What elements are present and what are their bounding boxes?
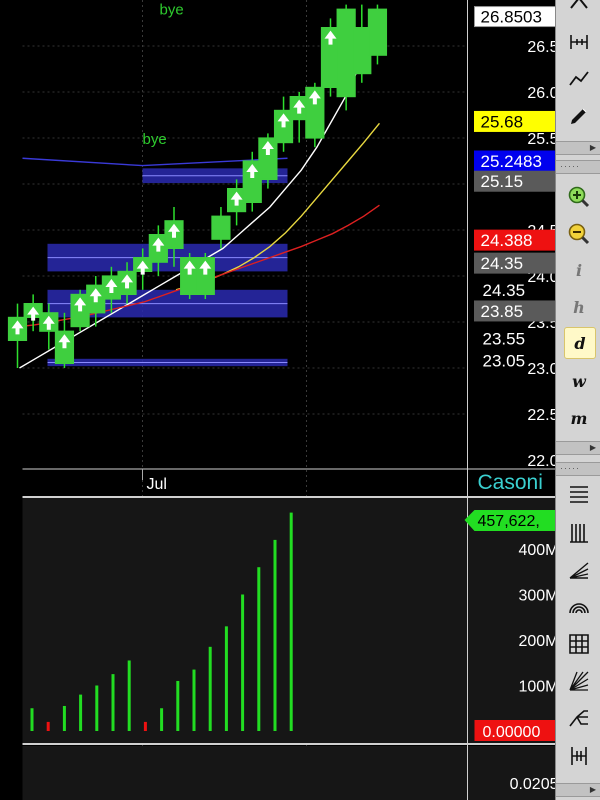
volume-bar xyxy=(62,705,66,731)
measure-icon[interactable] xyxy=(564,27,594,57)
volume-bar xyxy=(224,626,228,731)
toolbar-separator[interactable]: ▶ xyxy=(556,783,600,797)
pitchfork-icon[interactable] xyxy=(564,703,594,733)
toolbar-separator[interactable]: ▶ xyxy=(556,441,600,455)
candle-body xyxy=(367,8,388,56)
chart-area[interactable]: byebye 26.526.025.525.024.524.023.523.02… xyxy=(0,0,600,800)
pencil-icon[interactable] xyxy=(564,101,594,131)
arcs-icon[interactable] xyxy=(564,591,594,621)
price-label-text: 24.35 xyxy=(481,254,524,273)
price-axis-tick: 22.0 xyxy=(527,453,558,470)
signal-label: bye xyxy=(143,131,167,148)
signal-label: bye xyxy=(160,2,184,19)
volume-axis-tick: 400M xyxy=(518,542,558,559)
volume-bar xyxy=(46,721,50,731)
volume-bar xyxy=(127,660,131,731)
volume-bar xyxy=(208,646,212,731)
oscillator-axis-tick: 0.0205 xyxy=(510,776,559,793)
price-label-text: 25.15 xyxy=(481,172,524,191)
period-lines-icon[interactable] xyxy=(564,741,594,771)
volume-bar xyxy=(241,594,245,731)
volume-bar xyxy=(111,674,115,731)
price-axis-tick: 22.5 xyxy=(527,407,558,424)
volume-bar xyxy=(79,694,83,731)
interval-hourly-button[interactable]: h xyxy=(564,292,594,322)
price-label-text: 23.55 xyxy=(483,330,526,349)
x-axis-label: Jul xyxy=(147,476,167,493)
interval-monthly-button[interactable]: m xyxy=(564,403,594,433)
price-label-text: 25.68 xyxy=(481,112,524,131)
toolbar-separator[interactable]: ▶ xyxy=(556,141,600,155)
price-label-text: 23.85 xyxy=(481,302,524,321)
price-axis-tick: 25.5 xyxy=(527,131,558,148)
zoom-in-icon[interactable] xyxy=(564,182,594,212)
volume-bar xyxy=(30,708,34,731)
vertical-lines-icon[interactable] xyxy=(564,518,594,548)
volume-latest-text: 457,622, xyxy=(478,513,540,530)
price-axis-tick: 26.5 xyxy=(527,39,558,56)
toolbar-separator[interactable]: ····· xyxy=(556,462,600,476)
interval-intraday-button[interactable]: i xyxy=(564,255,594,285)
grid-icon[interactable] xyxy=(564,629,594,659)
volume-bar xyxy=(176,680,180,731)
trendline-icon[interactable] xyxy=(564,64,594,94)
price-label-text: 24.388 xyxy=(481,231,533,250)
volume-axis-tick: 100M xyxy=(518,679,558,696)
zoom-out-icon[interactable] xyxy=(564,219,594,249)
volume-axis-tick: 300M xyxy=(518,588,558,605)
gann-fan-icon[interactable] xyxy=(564,666,594,696)
price-label-text: 25.2483 xyxy=(481,152,542,171)
volume-bar xyxy=(143,721,147,731)
price-axis-tick: 23.0 xyxy=(527,361,558,378)
volume-bar xyxy=(289,512,293,731)
drawing-toolbar: ▶ ····· i h d w m ▶ ····· ▶ xyxy=(555,0,600,800)
volume-bar xyxy=(160,708,164,731)
volume-zero-text: 0.00000 xyxy=(483,724,541,741)
arrow-up-icon[interactable] xyxy=(564,0,594,18)
volume-bar xyxy=(273,539,277,731)
volume-axis-tick: 200M xyxy=(518,633,558,650)
fan-lines-icon[interactable] xyxy=(564,555,594,585)
oscillator-panel-background xyxy=(22,746,578,800)
interval-weekly-button[interactable]: w xyxy=(564,366,594,396)
volume-panel-background xyxy=(22,498,578,744)
toolbar-separator[interactable]: ····· xyxy=(556,160,600,174)
candle-body xyxy=(211,215,231,240)
interval-daily-button[interactable]: d xyxy=(564,327,596,359)
volume-bar xyxy=(192,669,196,731)
price-label-text: 24.35 xyxy=(483,281,526,300)
volume-bar xyxy=(95,685,99,731)
price-axis-tick: 26.0 xyxy=(527,85,558,102)
horizontal-lines-icon[interactable] xyxy=(564,479,594,509)
watermark-label: Casoni xyxy=(478,471,543,494)
price-label-text: 23.05 xyxy=(483,352,526,371)
volume-bar xyxy=(257,567,261,731)
price-label-text: 26.8503 xyxy=(481,8,542,27)
